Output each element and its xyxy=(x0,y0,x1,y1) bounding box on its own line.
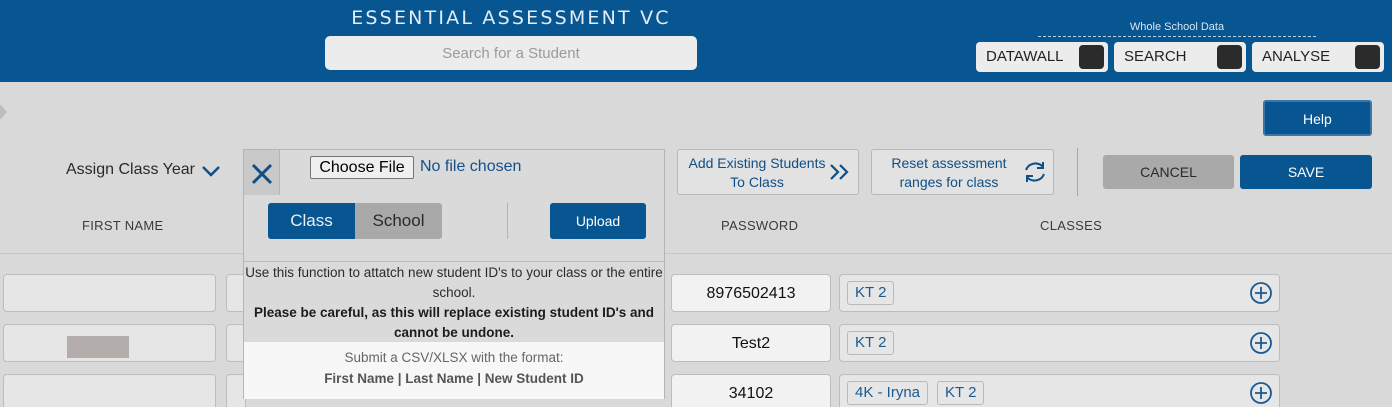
class-chip[interactable]: 4K - Iryna xyxy=(847,381,929,405)
first-name-field[interactable] xyxy=(3,274,216,312)
cancel-button[interactable]: CANCEL xyxy=(1103,155,1234,189)
add-class-icon[interactable] xyxy=(1249,331,1273,355)
close-icon xyxy=(251,163,273,185)
class-chip[interactable]: KT 2 xyxy=(937,381,985,405)
search-toggle-label: SEARCH xyxy=(1124,48,1187,65)
datawall-toggle[interactable]: DATAWALL xyxy=(976,42,1108,72)
whole-school-data-label: Whole School Data xyxy=(1129,21,1225,33)
help-button[interactable]: Help xyxy=(1263,100,1372,136)
modal-separator xyxy=(244,261,664,262)
datawall-switch[interactable] xyxy=(1079,45,1104,69)
app-title: ESSENTIAL ASSESSMENT VC xyxy=(351,7,671,29)
modal-description: Use this function to attatch new student… xyxy=(245,265,663,300)
classes-column-header: CLASSES xyxy=(1040,218,1103,233)
classes-field[interactable]: KT 2 xyxy=(839,324,1280,362)
scope-class-tab[interactable]: Class xyxy=(268,203,355,239)
upload-button[interactable]: Upload xyxy=(550,203,646,239)
double-chevron-right-icon xyxy=(830,164,849,180)
chevron-down-icon[interactable] xyxy=(201,164,221,178)
classes-field[interactable]: 4K - Iryna KT 2 xyxy=(839,374,1280,407)
format-info-box: Submit a CSV/XLSX with the format: First… xyxy=(244,342,664,399)
reset-assessment-ranges-button[interactable]: Reset assessment ranges for class xyxy=(871,149,1054,195)
table-header-divider xyxy=(0,253,1392,254)
student-search-input[interactable] xyxy=(325,36,697,70)
collapse-arrow-icon[interactable] xyxy=(0,104,7,120)
add-existing-label: Add Existing Students To Class xyxy=(688,155,826,190)
whole-school-divider xyxy=(1038,36,1316,37)
add-class-icon[interactable] xyxy=(1249,281,1273,305)
add-class-icon[interactable] xyxy=(1249,381,1273,405)
format-spec: First Name | Last Name | New Student ID xyxy=(324,371,584,386)
redacted-name xyxy=(67,336,129,358)
add-existing-students-button[interactable]: Add Existing Students To Class xyxy=(677,149,859,195)
search-toggle[interactable]: SEARCH xyxy=(1114,42,1246,72)
datawall-toggle-label: DATAWALL xyxy=(986,48,1064,65)
first-name-field[interactable] xyxy=(3,374,216,407)
classes-field[interactable]: KT 2 xyxy=(839,274,1280,312)
search-switch[interactable] xyxy=(1217,45,1242,69)
reset-label: Reset assessment ranges for class xyxy=(891,155,1007,190)
upload-student-ids-modal: Choose File No file chosen Class School … xyxy=(243,149,665,399)
password-column-header: PASSWORD xyxy=(721,218,799,233)
refresh-icon xyxy=(1025,162,1045,182)
modal-divider xyxy=(507,203,508,239)
format-intro: Submit a CSV/XLSX with the format: xyxy=(344,350,564,365)
modal-warning: Please be careful, as this will replace … xyxy=(253,305,655,340)
password-field[interactable]: 8976502413 xyxy=(671,274,831,312)
analyse-toggle-label: ANALYSE xyxy=(1262,48,1331,65)
help-label: Help xyxy=(1303,111,1332,127)
toolbar-divider xyxy=(1077,148,1078,196)
first-name-column-header: FIRST NAME xyxy=(82,218,164,233)
class-chip[interactable]: KT 2 xyxy=(847,281,895,305)
file-status: No file chosen xyxy=(420,158,522,175)
password-field[interactable]: Test2 xyxy=(671,324,831,362)
close-button[interactable] xyxy=(244,150,280,195)
choose-file-button[interactable]: Choose File xyxy=(310,156,414,179)
top-header: ESSENTIAL ASSESSMENT VC Whole School Dat… xyxy=(0,0,1392,82)
analyse-toggle[interactable]: ANALYSE xyxy=(1252,42,1384,72)
class-chip[interactable]: KT 2 xyxy=(847,331,895,355)
password-field[interactable]: 34102 xyxy=(671,374,831,407)
save-button[interactable]: SAVE xyxy=(1240,155,1372,189)
assign-class-year-dropdown[interactable]: Assign Class Year xyxy=(66,161,195,179)
scope-school-tab[interactable]: School xyxy=(355,203,442,239)
analyse-switch[interactable] xyxy=(1355,45,1380,69)
